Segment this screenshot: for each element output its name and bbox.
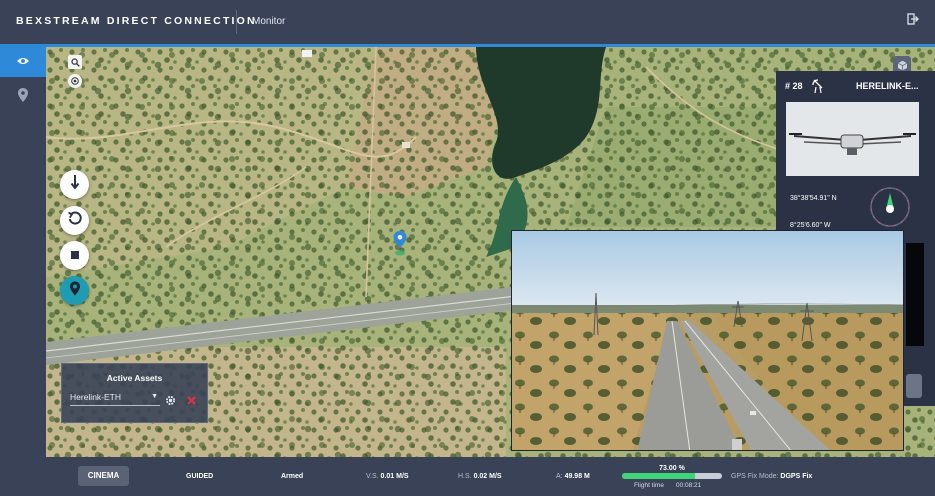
vehicle-card[interactable]: # 28 HERELINK-E... 38°38'54.91" N 8°25'6… — [776, 71, 935, 231]
vehicle-id: # 28 — [785, 81, 803, 91]
logout-icon[interactable] — [905, 13, 921, 29]
waypoint-button[interactable] — [60, 276, 89, 305]
vertical-speed-status: V.S. 0.01 M/S — [366, 473, 409, 480]
land-icon — [69, 174, 81, 195]
app-title: BEXSTREAM DIRECT CONNECTION — [16, 15, 257, 27]
side-panel-screen — [906, 243, 924, 346]
header-divider — [236, 10, 237, 34]
asset-select-value: Herelink-ETH — [70, 392, 122, 402]
alt-value: 49.98 M — [564, 473, 590, 480]
battery-bar-fill — [622, 473, 695, 479]
sidebar-item-map[interactable] — [0, 82, 46, 112]
sidebar — [0, 47, 46, 496]
drone-location-marker[interactable] — [392, 231, 408, 262]
gear-icon[interactable] — [165, 393, 176, 405]
return-to-launch-icon — [67, 210, 83, 231]
return-to-launch-button[interactable] — [60, 206, 89, 235]
camera-view — [512, 231, 903, 450]
chevron-down-icon: ▼ — [151, 393, 158, 400]
panel-title: Active Assets — [106, 373, 163, 383]
status-bar: CINEMA GUIDED Armed V.S. 0.01 M/S H.S. 0… — [46, 457, 935, 496]
flight-time-value: 00:08:21 — [675, 482, 702, 489]
longitude-value: 8°25'6.60" W — [790, 222, 831, 229]
locate-icon[interactable] — [68, 74, 82, 88]
arm-state-value: Armed — [281, 473, 304, 480]
horizontal-speed-status: H.S. 0.02 M/S — [458, 473, 502, 480]
compass-icon — [868, 185, 912, 234]
battery-bar — [622, 473, 722, 479]
hs-label: H.S. — [458, 473, 472, 480]
vs-label: V.S. — [366, 473, 379, 480]
alt-label: A: — [556, 473, 563, 480]
flight-mode-value: GUIDED — [186, 473, 214, 480]
side-panel — [904, 231, 935, 406]
remove-asset-icon[interactable] — [186, 393, 197, 405]
top-bar: BEXSTREAM DIRECT CONNECTION Monitor — [0, 0, 935, 44]
flight-time-label: Flight time — [634, 482, 664, 489]
waypoint-icon — [69, 281, 81, 301]
land-button[interactable] — [60, 170, 89, 199]
active-assets-panel: Active Assets Herelink-ETH ▼ — [61, 363, 208, 423]
page-title: Monitor — [252, 16, 286, 27]
flight-mode-status: GUIDED — [186, 473, 213, 480]
asset-select[interactable]: Herelink-ETH ▼ — [70, 392, 160, 406]
battery-percent: 73.00 % — [659, 465, 685, 472]
hs-value: 0.02 M/S — [473, 473, 502, 480]
vehicle-image — [786, 102, 919, 176]
gps-label: GPS Fix Mode: — [731, 473, 779, 480]
flight-time: Flight time 00:08:21 — [634, 482, 701, 489]
app-window: BEXSTREAM DIRECT CONNECTION Monitor Acti… — [0, 0, 935, 496]
altitude-status: A: 49.98 M — [556, 473, 590, 480]
vehicle-name: HERELINK-E... — [856, 81, 919, 91]
satellite-icon — [811, 78, 825, 99]
latitude-value: 38°38'54.91" N — [790, 195, 837, 202]
search-icon[interactable] — [68, 55, 82, 69]
stop-icon — [70, 247, 80, 265]
video-feed[interactable] — [511, 230, 904, 451]
vs-value: 0.01 M/S — [380, 473, 409, 480]
side-panel-slider[interactable] — [906, 374, 922, 398]
cinema-mode-button[interactable]: CINEMA — [78, 466, 129, 486]
sidebar-item-monitor[interactable] — [0, 47, 46, 77]
stop-button[interactable] — [60, 241, 89, 270]
gps-status: GPS Fix Mode: DGPS Fix — [731, 473, 812, 480]
eye-icon — [16, 53, 30, 71]
gps-value: DGPS Fix — [780, 473, 813, 480]
location-pin-icon — [18, 87, 28, 107]
arm-status: Armed — [281, 473, 303, 480]
